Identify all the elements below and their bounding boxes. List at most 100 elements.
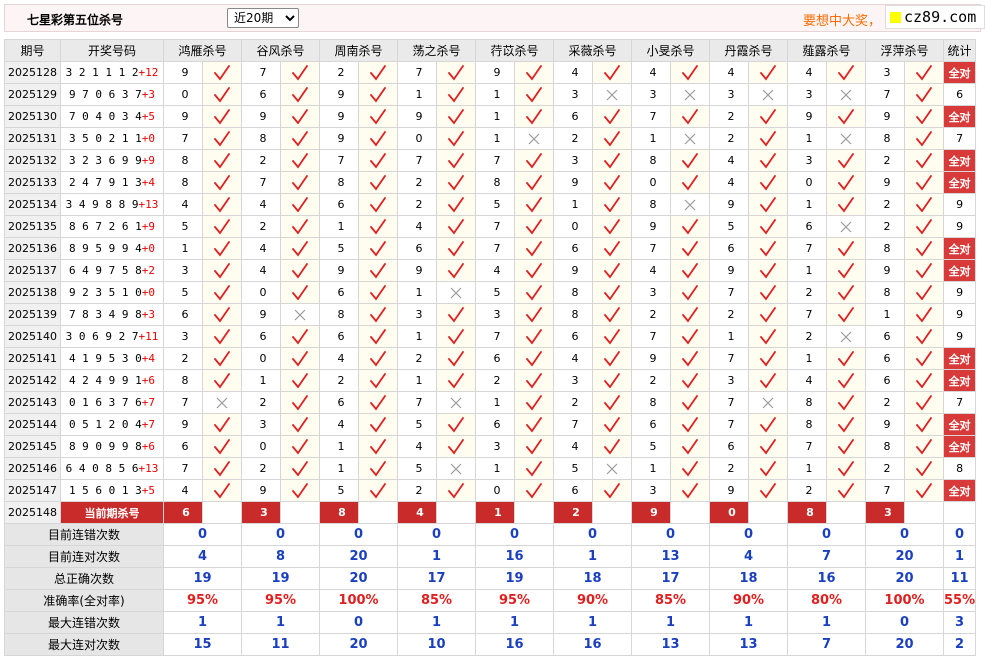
cross-icon: [450, 287, 462, 298]
page-title: 七星彩第五位杀号: [27, 13, 124, 27]
summary-value: 0: [553, 523, 632, 546]
kill-number: 1: [865, 303, 905, 326]
kill-correct-mark: [436, 325, 476, 348]
kill-number: 9: [319, 83, 359, 106]
kill-number: 4: [553, 435, 593, 458]
summary-value: 1: [241, 611, 320, 634]
check-icon: [838, 284, 854, 300]
summary-value: 0: [397, 523, 476, 546]
check-icon: [370, 262, 386, 278]
check-icon: [682, 416, 698, 432]
draw-digits: 8 9 0 9 9 8: [68, 440, 142, 453]
kill-correct-mark: [592, 413, 632, 436]
cross-icon: [762, 397, 774, 408]
kill-number: 8: [631, 149, 671, 172]
kill-number: 7: [475, 237, 515, 260]
table-row: 2025133 2 4 7 9 1 3+4 8 7 8 2 8 9 0 4 0 9 全对: [4, 171, 977, 194]
summary-label: 目前连错次数: [4, 523, 164, 546]
kill-number: 7: [319, 149, 359, 172]
kill-number: 1: [787, 259, 827, 282]
kill-wrong-mark: [592, 83, 632, 106]
kill-correct-mark: [280, 61, 320, 84]
draw-digits: 3 2 3 6 9 9: [68, 154, 142, 167]
kill-number: 6: [163, 435, 203, 458]
kill-number: 5: [475, 281, 515, 304]
kill-number: 9: [241, 105, 281, 128]
kill-number: 2: [553, 391, 593, 414]
check-icon: [682, 438, 698, 454]
kill-correct-mark: [904, 105, 944, 128]
check-icon: [838, 64, 854, 80]
kill-correct-mark: [826, 457, 866, 480]
kill-number: 2: [709, 127, 749, 150]
kill-number: 2: [865, 193, 905, 216]
summary-value: 20: [865, 567, 944, 590]
check-icon: [370, 460, 386, 476]
kill-correct-mark: [592, 303, 632, 326]
kill-correct-mark: [904, 237, 944, 260]
kill-correct-mark: [358, 325, 398, 348]
table-row: 2025131 3 5 0 2 1 1+0 7 8 9 0 1 2 1 2 1 8 7: [4, 127, 977, 150]
kill-correct-mark: [592, 127, 632, 150]
column-header: 鸿雁杀号: [163, 39, 242, 62]
check-icon: [604, 416, 620, 432]
check-icon: [682, 218, 698, 234]
kill-number: 3: [553, 369, 593, 392]
kill-correct-mark: [202, 413, 242, 436]
stat-cell: 全对: [942, 435, 977, 458]
kill-correct-mark: [358, 237, 398, 260]
kill-correct-mark: [436, 259, 476, 282]
kill-correct-mark: [904, 457, 944, 480]
column-header: 统计: [942, 39, 977, 62]
summary-value: 18: [553, 567, 632, 590]
kill-correct-mark: [280, 259, 320, 282]
kill-number: 2: [475, 369, 515, 392]
period-select[interactable]: 近20期: [227, 8, 299, 28]
check-icon: [526, 240, 542, 256]
check-icon: [916, 350, 932, 366]
kill-correct-mark: [514, 347, 554, 370]
check-icon: [682, 306, 698, 322]
kill-correct-mark: [514, 83, 554, 106]
check-icon: [604, 482, 620, 498]
kill-correct-mark: [904, 149, 944, 172]
kill-correct-mark: [358, 303, 398, 326]
summary-value: 11: [241, 633, 320, 656]
check-icon: [448, 240, 464, 256]
summary-value: 1: [709, 611, 788, 634]
summary-value: 95%: [241, 589, 320, 612]
check-icon: [214, 438, 230, 454]
kill-number: 6: [319, 325, 359, 348]
kill-wrong-mark: [436, 457, 476, 480]
summary-value: 95%: [475, 589, 554, 612]
kill-correct-mark: [358, 105, 398, 128]
kill-correct-mark: [670, 391, 710, 414]
check-icon: [604, 152, 620, 168]
check-icon: [370, 218, 386, 234]
kill-number: 8: [787, 391, 827, 414]
summary-value: 20: [319, 545, 398, 568]
check-icon: [448, 86, 464, 102]
check-icon: [214, 460, 230, 476]
kill-number: 6: [475, 347, 515, 370]
kill-number: 6: [709, 237, 749, 260]
kill-correct-mark: [592, 61, 632, 84]
draw-number-cell: 1 5 6 0 1 3+5: [60, 479, 164, 502]
check-icon: [370, 64, 386, 80]
promo-text[interactable]: 要想中大奖，: [803, 10, 881, 29]
draw-number-cell: 0 1 6 3 7 6+7: [60, 391, 164, 414]
kill-number: 7: [397, 149, 437, 172]
kill-correct-mark: [358, 149, 398, 172]
check-icon: [604, 284, 620, 300]
cross-icon: [684, 199, 696, 210]
kill-number: 1: [787, 193, 827, 216]
table-row: 2025141 4 1 9 5 3 0+4 2 0 4 2 6 4 9 7 1 6 全对: [4, 347, 977, 370]
summary-value: 0: [163, 523, 242, 546]
kill-correct-mark: [202, 435, 242, 458]
kill-number: 1: [475, 127, 515, 150]
kill-number: 5: [631, 435, 671, 458]
check-icon: [838, 152, 854, 168]
site-logo[interactable]: cz89.com: [885, 5, 985, 29]
check-icon: [370, 108, 386, 124]
table-row: 2025146 6 4 0 8 5 6+13 7 2 1 5 1 5 1 2 1 2 8: [4, 457, 977, 480]
